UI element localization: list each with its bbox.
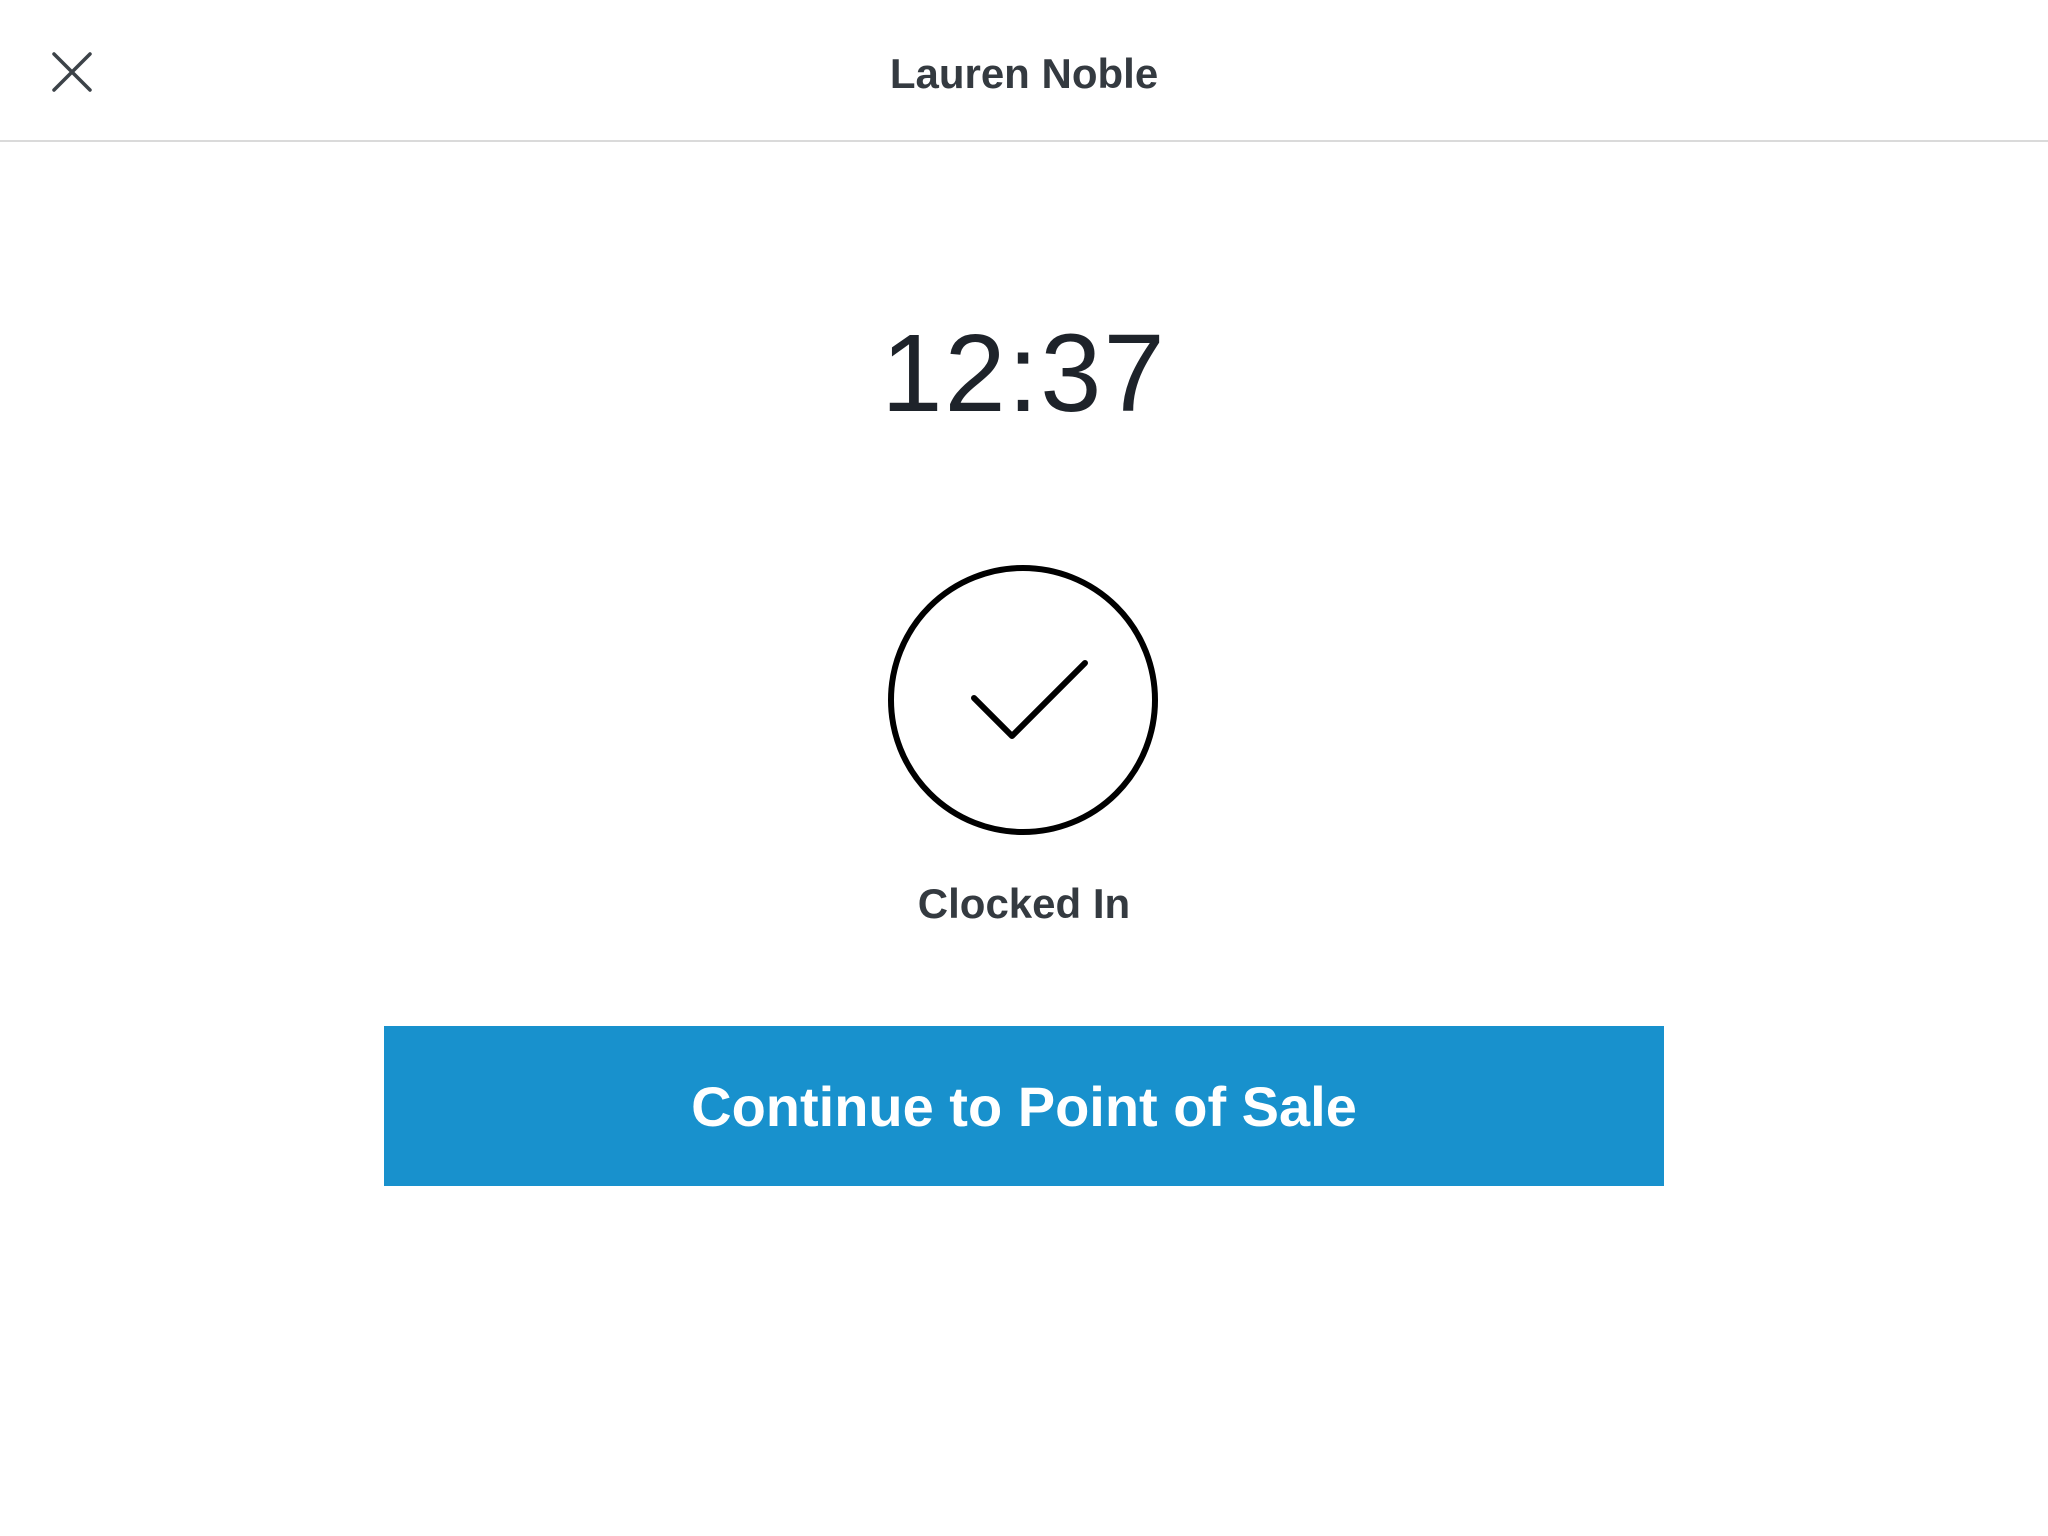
page-title: Lauren Noble (889, 50, 1159, 97)
clock-time: 12:37 (881, 312, 1167, 435)
clock-in-screen: Lauren Noble 12:37 Clocked In Continue t… (0, 0, 2048, 1536)
status-indicator (886, 563, 1160, 837)
status-label: Clocked In (917, 880, 1131, 927)
header-bar: Lauren Noble (0, 0, 2048, 142)
checkmark-circle-icon (888, 565, 1158, 835)
continue-to-pos-button[interactable]: Continue to Point of Sale (384, 1026, 1664, 1186)
